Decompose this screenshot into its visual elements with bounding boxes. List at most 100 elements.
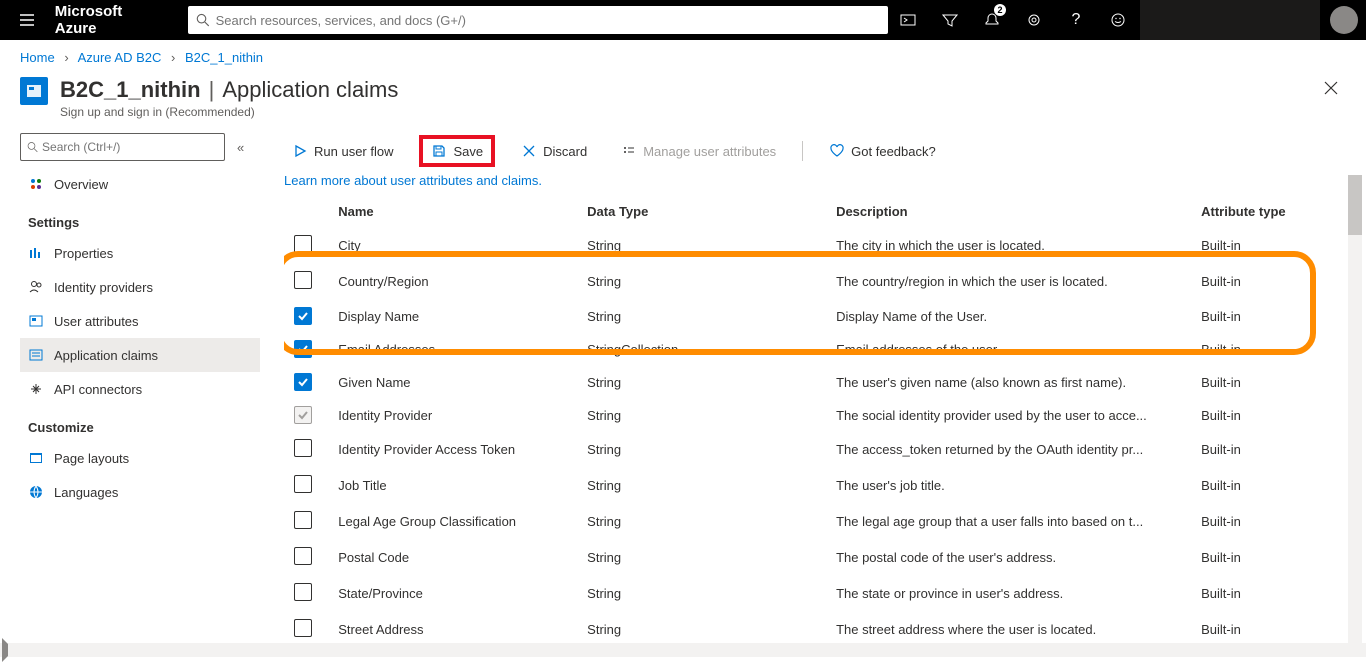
cell-description: The user's job title. [826, 468, 1191, 504]
row-checkbox[interactable] [294, 373, 312, 391]
horizontal-scrollbar[interactable] [0, 643, 1366, 657]
cell-datatype: String [577, 540, 826, 576]
toolbar: Run user flow Save Discard Manage user a… [284, 131, 1346, 171]
row-checkbox[interactable] [294, 235, 312, 253]
notifications-button[interactable]: 2 [972, 0, 1012, 40]
claims-table: Name Data Type Description Attribute typ… [284, 196, 1346, 657]
vertical-scrollbar[interactable] [1348, 175, 1362, 643]
cloud-shell-icon [900, 12, 916, 28]
breadcrumb-flow[interactable]: B2C_1_nithin [185, 50, 263, 65]
application-claims-icon [28, 347, 44, 363]
row-checkbox[interactable] [294, 583, 312, 601]
row-checkbox[interactable] [294, 439, 312, 457]
identity-providers-icon [28, 279, 44, 295]
row-checkbox[interactable] [294, 271, 312, 289]
feedback-button[interactable] [1098, 0, 1138, 40]
cell-attrtype: Built-in [1191, 366, 1346, 399]
play-icon [292, 143, 308, 159]
page-subtitle: Sign up and sign in (Recommended) [60, 105, 398, 119]
avatar[interactable] [1330, 6, 1358, 34]
save-icon [431, 143, 447, 159]
cell-name: Identity Provider [328, 399, 577, 432]
directory-filter-button[interactable] [930, 0, 970, 40]
cell-datatype: String [577, 399, 826, 432]
cell-name: Legal Age Group Classification [328, 504, 577, 540]
sidebar-item-languages[interactable]: Languages [20, 475, 260, 509]
col-datatype[interactable]: Data Type [577, 196, 826, 228]
cell-name: Display Name [328, 300, 577, 333]
breadcrumb-azure-ad-b2c[interactable]: Azure AD B2C [78, 50, 162, 65]
cell-name: Email Addresses [328, 333, 577, 366]
page-layouts-icon [28, 450, 44, 466]
properties-icon [28, 245, 44, 261]
cell-attrtype: Built-in [1191, 399, 1346, 432]
cell-attrtype: Built-in [1191, 432, 1346, 468]
table-row: Country/RegionStringThe country/region i… [284, 264, 1346, 300]
run-user-flow-button[interactable]: Run user flow [284, 139, 401, 163]
sidebar-item-overview[interactable]: Overview [20, 167, 260, 201]
cell-datatype: String [577, 432, 826, 468]
row-checkbox[interactable] [294, 475, 312, 493]
cell-description: The user's given name (also known as fir… [826, 366, 1191, 399]
smiley-icon [1110, 12, 1126, 28]
gear-icon [1026, 12, 1042, 28]
cloud-shell-button[interactable] [888, 0, 928, 40]
table-row: State/ProvinceStringThe state or provinc… [284, 576, 1346, 612]
col-name[interactable]: Name [328, 196, 577, 228]
cell-attrtype: Built-in [1191, 504, 1346, 540]
breadcrumb-home[interactable]: Home [20, 50, 55, 65]
sidebar-item-user-attributes[interactable]: User attributes [20, 304, 260, 338]
sidebar-search-input[interactable] [42, 140, 218, 154]
col-attrtype[interactable]: Attribute type [1191, 196, 1346, 228]
search-icon [196, 13, 210, 27]
manage-user-attributes-button[interactable]: Manage user attributes [613, 139, 784, 163]
learn-more-link[interactable]: Learn more about user attributes and cla… [284, 173, 1346, 188]
account-strip[interactable] [1140, 0, 1320, 40]
sidebar-item-application-claims[interactable]: Application claims [20, 338, 260, 372]
overview-icon [28, 176, 44, 192]
row-checkbox[interactable] [294, 619, 312, 637]
sidebar-item-identity-providers[interactable]: Identity providers [20, 270, 260, 304]
settings-button[interactable] [1014, 0, 1054, 40]
discard-button[interactable]: Discard [513, 139, 595, 163]
filter-icon [942, 12, 958, 28]
cell-description: Display Name of the User. [826, 300, 1191, 333]
sidebar-item-page-layouts[interactable]: Page layouts [20, 441, 260, 475]
hamburger-icon [19, 12, 35, 28]
sidebar-item-properties[interactable]: Properties [20, 236, 260, 270]
cell-datatype: String [577, 468, 826, 504]
help-icon: ? [1072, 11, 1081, 29]
cell-attrtype: Built-in [1191, 228, 1346, 264]
cell-datatype: StringCollection [577, 333, 826, 366]
row-checkbox[interactable] [294, 547, 312, 565]
help-button[interactable]: ? [1056, 0, 1096, 40]
cell-description: The state or province in user's address. [826, 576, 1191, 612]
row-checkbox[interactable] [294, 406, 312, 424]
api-connectors-icon [28, 381, 44, 397]
table-row: Identity ProviderStringThe social identi… [284, 399, 1346, 432]
sidebar-search[interactable] [20, 133, 225, 161]
row-checkbox[interactable] [294, 307, 312, 325]
feedback-button[interactable]: Got feedback? [821, 139, 944, 163]
topbar: Microsoft Azure 2 ? [0, 0, 1366, 40]
global-search[interactable] [188, 6, 888, 34]
save-button[interactable]: Save [419, 135, 495, 167]
collapse-sidebar-button[interactable]: « [237, 140, 244, 155]
row-checkbox[interactable] [294, 511, 312, 529]
row-checkbox[interactable] [294, 340, 312, 358]
discard-icon [521, 143, 537, 159]
cell-name: Given Name [328, 366, 577, 399]
cell-name: Postal Code [328, 540, 577, 576]
menu-toggle-button[interactable] [8, 0, 47, 40]
sidebar-item-api-connectors[interactable]: API connectors [20, 372, 260, 406]
col-description[interactable]: Description [826, 196, 1191, 228]
cell-description: The social identity provider used by the… [826, 399, 1191, 432]
cell-attrtype: Built-in [1191, 264, 1346, 300]
table-row: Given NameStringThe user's given name (a… [284, 366, 1346, 399]
content: Run user flow Save Discard Manage user a… [260, 127, 1346, 657]
global-search-input[interactable] [216, 13, 880, 28]
brand-label: Microsoft Azure [55, 3, 164, 37]
close-blade-button[interactable] [1316, 77, 1346, 104]
sidebar: « Overview Settings Properties Identity … [20, 127, 260, 657]
topbar-actions: 2 ? [888, 0, 1358, 40]
